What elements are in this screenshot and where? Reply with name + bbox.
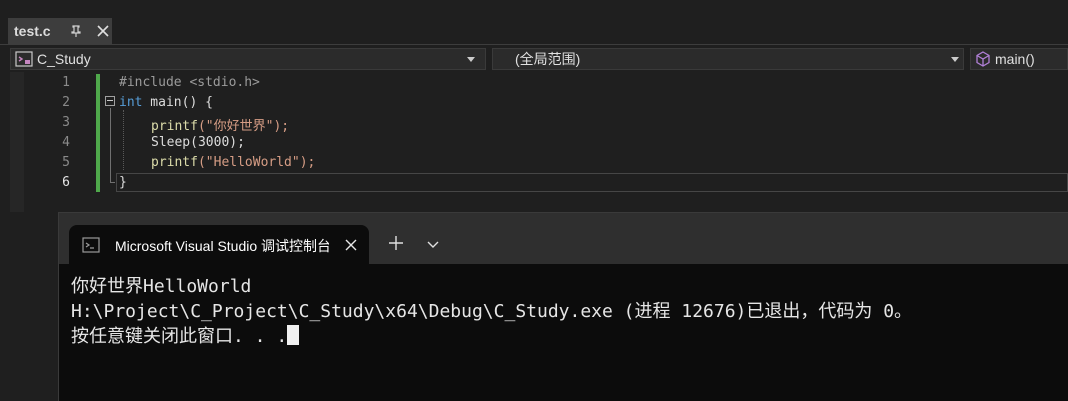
pin-icon[interactable] [70, 24, 82, 38]
text-cursor [287, 325, 300, 345]
debug-console-window: Microsoft Visual Studio 调试控制台 你好世界HelloW… [58, 212, 1068, 401]
code-line-2[interactable]: int main() { [119, 95, 213, 110]
navigation-bar: C_Study (全局范围) main() [0, 46, 1068, 72]
line-number: 5 [62, 155, 70, 170]
project-name: C_Study [37, 51, 91, 67]
editor-margin [10, 72, 24, 212]
line-number: 4 [62, 135, 70, 150]
function-token: printf [151, 119, 198, 134]
console-output-line-prompt: 按任意键关闭此窗口. . . [71, 324, 1061, 349]
dropdown-arrow-icon [467, 57, 475, 62]
console-titlebar: Microsoft Visual Studio 调试控制台 [59, 213, 1068, 265]
line-number-current: 6 [62, 175, 70, 190]
code-line-3[interactable]: printf("你好世界"); [151, 115, 289, 134]
collapse-icon[interactable] [105, 96, 115, 106]
close-icon[interactable] [97, 25, 109, 37]
indent-guide [123, 110, 124, 170]
dropdown-arrow-icon [951, 57, 959, 62]
change-indicator-bar [96, 74, 100, 192]
code-editor[interactable]: 1 2 3 4 5 6 #include <stdio.h> int main(… [0, 72, 1068, 212]
code-token: main() { [142, 95, 213, 110]
console-output-line: 你好世界HelloWorld [71, 276, 252, 297]
code-line-6[interactable]: } [119, 175, 127, 190]
member-label: main() [995, 51, 1035, 67]
code-line-5[interactable]: printf("HelloWorld"); [151, 155, 315, 170]
console-prompt-text: 按任意键关闭此窗口. . . [71, 326, 288, 347]
string-token: ("你好世界"); [197, 119, 290, 134]
tab-strip-divider [0, 44, 1068, 45]
document-tab-strip: test.c [0, 0, 1068, 45]
fold-guide-end [110, 182, 115, 183]
code-line-4[interactable]: Sleep(3000); [151, 135, 245, 150]
tab-test-c[interactable]: test.c [8, 18, 112, 45]
console-tab-title: Microsoft Visual Studio 调试控制台 [115, 238, 329, 254]
plus-icon[interactable] [388, 235, 404, 251]
current-line-highlight [116, 173, 1068, 192]
console-output-line: H:\Project\C_Project\C_Study\x64\Debug\C… [71, 301, 913, 322]
scope-dropdown[interactable]: (全局范围) [492, 48, 964, 70]
terminal-icon [82, 237, 100, 253]
line-number: 1 [62, 75, 70, 90]
string-token: ("HelloWorld"); [197, 155, 316, 170]
console-tab[interactable]: Microsoft Visual Studio 调试控制台 [69, 225, 369, 265]
cube-icon [976, 51, 990, 67]
line-number: 2 [62, 95, 70, 110]
project-dropdown[interactable]: C_Study [10, 48, 486, 70]
member-dropdown[interactable]: main() [970, 48, 1068, 70]
code-line-1[interactable]: #include <stdio.h> [119, 75, 260, 90]
function-token: printf [151, 155, 198, 170]
tab-label: test.c [14, 22, 51, 39]
close-icon[interactable] [345, 239, 357, 251]
scope-label: (全局范围) [515, 51, 581, 67]
project-icon [15, 51, 33, 67]
chevron-down-icon[interactable] [427, 239, 439, 249]
console-output[interactable]: 你好世界HelloWorld H:\Project\C_Project\C_Stu… [71, 274, 1061, 349]
keyword-token: int [119, 95, 143, 110]
line-number: 3 [62, 115, 70, 130]
fold-guide [110, 108, 111, 182]
